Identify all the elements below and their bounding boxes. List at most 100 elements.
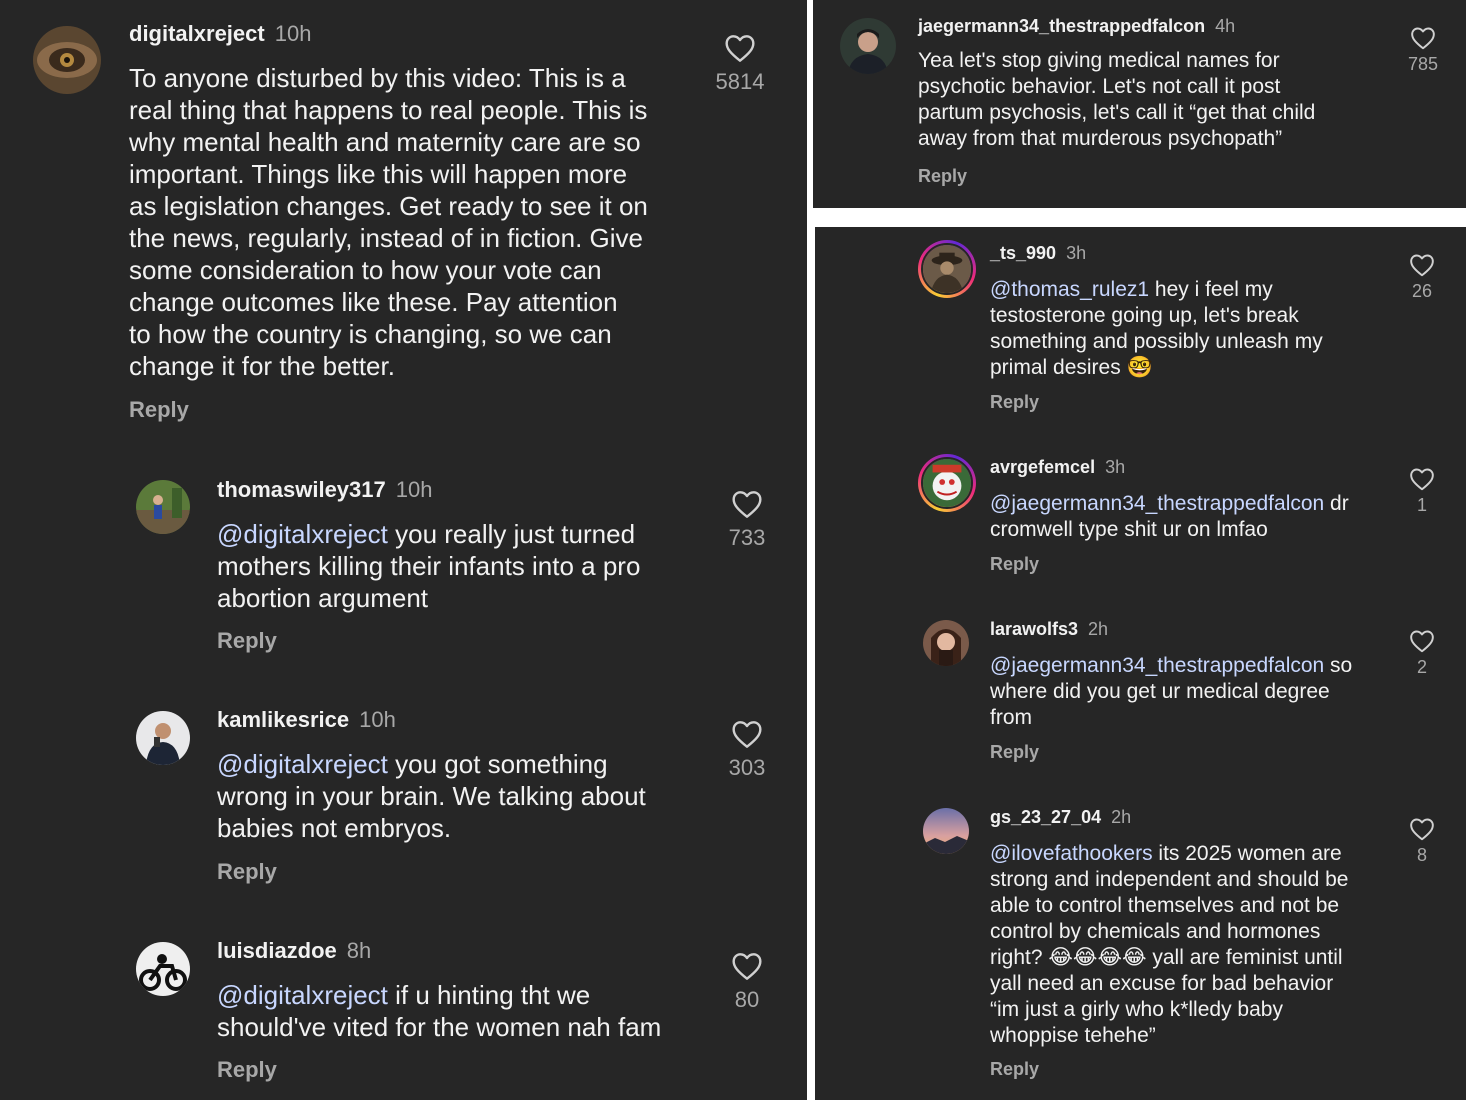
like-count: 80: [734, 987, 760, 1012]
timestamp: 10h: [274, 21, 312, 46]
comment-body: its 2025 women are strong and independen…: [990, 842, 1349, 1047]
comment-text: @digitalxreject if u hinting tht we shou…: [217, 979, 717, 1043]
comment-reply: thomaswiley317 10h @digitalxreject you re…: [0, 470, 807, 670]
username[interactable]: gs_23_27_04: [990, 807, 1101, 827]
reply-button[interactable]: Reply: [990, 554, 1039, 575]
avatar[interactable]: [840, 18, 896, 74]
mention-link[interactable]: @jaegermann34_thestrappedfalcon: [990, 492, 1324, 515]
comment-reply: larawolfs3 2h @jaegermann34_thestrappedfa…: [815, 603, 1466, 783]
reply-button[interactable]: Reply: [990, 392, 1039, 413]
comment-text: Yea let's stop giving medical names for …: [918, 48, 1378, 152]
timestamp: 4h: [1215, 16, 1236, 36]
reply-button[interactable]: Reply: [129, 397, 189, 423]
username[interactable]: _ts_990: [990, 243, 1056, 263]
comment-header: thomaswiley317 10h: [217, 477, 432, 503]
heart-icon[interactable]: [1409, 817, 1435, 841]
like-button[interactable]: 2: [1392, 629, 1452, 678]
reply-button[interactable]: Reply: [990, 742, 1039, 763]
timestamp: 3h: [1105, 457, 1126, 477]
username[interactable]: kamlikesrice: [217, 707, 349, 732]
username[interactable]: avrgefemcel: [990, 457, 1095, 477]
reply-button[interactable]: Reply: [217, 1057, 277, 1083]
avatar[interactable]: [923, 808, 969, 854]
like-count: 785: [1407, 54, 1439, 74]
comment-header: digitalxreject 10h: [129, 21, 311, 47]
avatar[interactable]: [33, 26, 101, 94]
comments-panel-bottom-right: _ts_990 3h @thomas_rulez1 hey i feel my t…: [815, 227, 1466, 1100]
comment-body: To anyone disturbed by this video: This …: [129, 63, 648, 381]
like-count: 8: [1416, 845, 1427, 865]
heart-icon[interactable]: [731, 489, 763, 519]
comment-text: @thomas_rulez1 hey i feel my testosteron…: [990, 277, 1390, 381]
comment-text: @ilovefathookers its 2025 women are stro…: [990, 841, 1410, 1049]
comments-panel-top-right: jaegermann34_thestrappedfalcon 4h Yea let…: [813, 0, 1466, 208]
like-button[interactable]: 303: [712, 719, 782, 781]
comment: jaegermann34_thestrappedfalcon 4h Yea let…: [813, 0, 1466, 208]
comment-text: @digitalxreject you really just turned m…: [217, 518, 697, 614]
timestamp: 3h: [1066, 243, 1087, 263]
comment-text: To anyone disturbed by this video: This …: [129, 62, 689, 382]
reply-button[interactable]: Reply: [990, 1059, 1039, 1080]
heart-icon[interactable]: [731, 719, 763, 749]
like-count: 5814: [715, 69, 765, 94]
avatar-story-ring[interactable]: [918, 454, 976, 512]
comment: digitalxreject 10h To anyone disturbed by…: [0, 0, 807, 440]
heart-icon[interactable]: [1409, 629, 1435, 653]
heart-icon[interactable]: [1409, 253, 1435, 277]
heart-icon[interactable]: [731, 951, 763, 981]
like-button[interactable]: 5814: [705, 33, 775, 95]
like-button[interactable]: 8: [1392, 817, 1452, 866]
like-button[interactable]: 785: [1393, 26, 1453, 75]
avatar-story-ring[interactable]: [918, 240, 976, 298]
comment-header: avrgefemcel 3h: [990, 457, 1125, 478]
like-button[interactable]: 733: [712, 489, 782, 551]
mention-link[interactable]: @digitalxreject: [217, 519, 388, 549]
comment-header: luisdiazdoe 8h: [217, 938, 371, 964]
like-count: 26: [1411, 281, 1433, 301]
reply-button[interactable]: Reply: [217, 628, 277, 654]
like-button[interactable]: 80: [712, 951, 782, 1013]
comment-body: Yea let's stop giving medical names for …: [918, 49, 1316, 150]
comment-header: _ts_990 3h: [990, 243, 1086, 264]
heart-icon[interactable]: [724, 33, 756, 63]
avatar[interactable]: [923, 620, 969, 666]
mention-link[interactable]: @jaegermann34_thestrappedfalcon: [990, 654, 1324, 677]
timestamp: 2h: [1111, 807, 1132, 827]
like-count: 1: [1416, 495, 1427, 515]
timestamp: 8h: [346, 938, 372, 963]
reply-button[interactable]: Reply: [217, 859, 277, 885]
comment-reply: gs_23_27_04 2h @ilovefathookers its 2025 …: [815, 791, 1466, 1100]
comment-header: kamlikesrice 10h: [217, 707, 396, 733]
mention-link[interactable]: @thomas_rulez1: [990, 278, 1149, 301]
username[interactable]: larawolfs3: [990, 619, 1078, 639]
like-count: 2: [1416, 657, 1427, 677]
comment-text: @digitalxreject you got something wrong …: [217, 748, 697, 844]
comment-reply: kamlikesrice 10h @digitalxreject you got …: [0, 700, 807, 900]
heart-icon[interactable]: [1410, 26, 1436, 50]
username[interactable]: jaegermann34_thestrappedfalcon: [918, 16, 1205, 36]
username[interactable]: digitalxreject: [129, 21, 265, 46]
reply-button[interactable]: Reply: [918, 166, 967, 187]
avatar[interactable]: [136, 942, 190, 996]
like-count: 303: [728, 755, 766, 780]
comment-header: larawolfs3 2h: [990, 619, 1108, 640]
avatar[interactable]: [136, 711, 190, 765]
timestamp: 10h: [395, 477, 433, 502]
timestamp: 10h: [359, 707, 396, 732]
comment-text: @jaegermann34_thestrappedfalcon dr cromw…: [990, 491, 1390, 543]
mention-link[interactable]: @ilovefathookers: [990, 842, 1153, 865]
comment-header: gs_23_27_04 2h: [990, 807, 1131, 828]
comments-panel-left: digitalxreject 10h To anyone disturbed by…: [0, 0, 807, 1100]
mention-link[interactable]: @digitalxreject: [217, 749, 388, 779]
comment-text: @jaegermann34_thestrappedfalcon so where…: [990, 653, 1390, 731]
avatar[interactable]: [136, 480, 190, 534]
comment-reply: avrgefemcel 3h @jaegermann34_thestrappedf…: [815, 441, 1466, 591]
username[interactable]: thomaswiley317: [217, 477, 386, 502]
like-button[interactable]: 26: [1392, 253, 1452, 302]
comment-reply: _ts_990 3h @thomas_rulez1 hey i feel my t…: [815, 227, 1466, 427]
like-button[interactable]: 1: [1392, 467, 1452, 516]
username[interactable]: luisdiazdoe: [217, 938, 337, 963]
heart-icon[interactable]: [1409, 467, 1435, 491]
comment-reply: luisdiazdoe 8h @digitalxreject if u hinti…: [0, 932, 807, 1100]
mention-link[interactable]: @digitalxreject: [217, 980, 388, 1010]
